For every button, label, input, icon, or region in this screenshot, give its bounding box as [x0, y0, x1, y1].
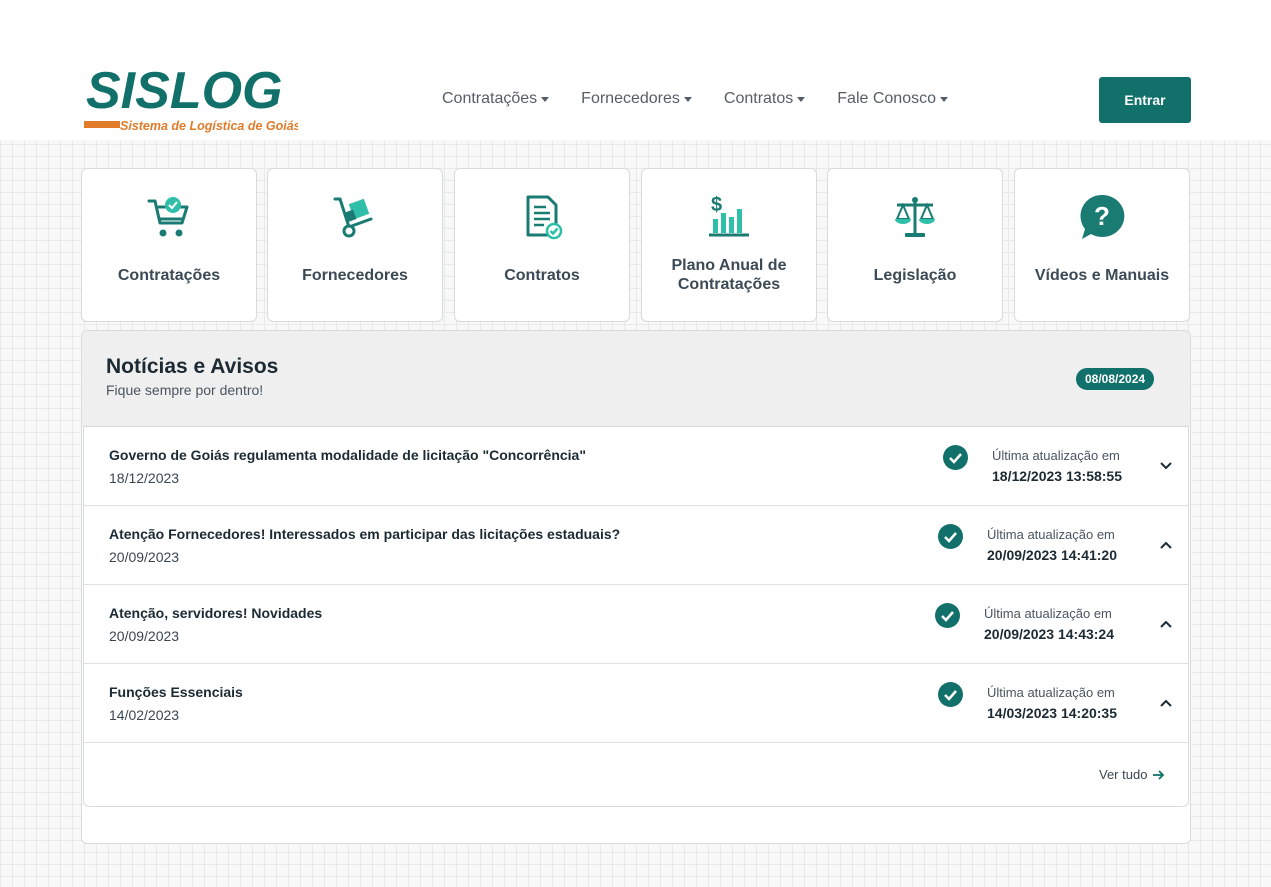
svg-text:$: $ — [711, 194, 722, 216]
news-item-title: Governo de Goiás regulamenta modalidade … — [109, 447, 586, 463]
chevron-up-icon[interactable] — [1159, 538, 1173, 552]
document-check-icon — [526, 195, 563, 240]
chevron-up-icon[interactable] — [1159, 696, 1173, 710]
nav-label: Fale Conosco — [837, 90, 936, 107]
card-label: Vídeos e Manuais — [1034, 266, 1170, 284]
news-subtitle: Fique sempre por dentro! — [106, 382, 264, 398]
news-item-title: Atenção, servidores! Novidades — [109, 605, 323, 621]
login-button[interactable]: Entrar — [1099, 77, 1191, 123]
nav-contratos[interactable]: Contratos — [723, 90, 806, 108]
news-item-date: 20/09/2023 — [109, 628, 180, 644]
chevron-up-icon[interactable] — [1159, 617, 1173, 631]
check-circle-icon — [938, 524, 963, 549]
news-item[interactable]: Governo de Goiás regulamenta modalidade … — [84, 427, 1188, 506]
svg-text:?: ? — [1094, 201, 1110, 231]
see-all-link[interactable]: Ver tudo — [1099, 767, 1165, 782]
nav-fornecedores[interactable]: Fornecedores — [581, 90, 692, 108]
news-item-title: Atenção Fornecedores! Interessados em pa… — [109, 526, 621, 542]
logo-orange-bar — [84, 121, 120, 128]
caret-down-icon — [683, 96, 692, 102]
card-label: Contratações — [117, 266, 221, 284]
card-label: Plano Anual de Contratações — [671, 257, 787, 293]
logo-tagline: Sistema de Logística de Goiás — [120, 119, 298, 133]
dollar-bar-chart-icon: $ — [709, 194, 749, 237]
update-time: 20/09/2023 14:41:20 — [987, 547, 1117, 563]
nav-contratacoes[interactable]: Contratações — [442, 90, 550, 108]
news-item[interactable]: Funções Essenciais 14/02/2023 Última atu… — [84, 664, 1188, 743]
quick-access-cards: Contratações Fornecedores Contratos $ Pl… — [81, 168, 1191, 322]
sislog-logo[interactable]: SISLOG Sistema de Logística de Goiás — [84, 64, 298, 134]
news-item-date: 20/09/2023 — [109, 549, 180, 565]
update-label: Última atualização em — [984, 606, 1112, 621]
news-panel: Notícias e Avisos Fique sempre por dentr… — [81, 330, 1191, 844]
logo-wordmark: SISLOG — [86, 64, 282, 120]
check-circle-icon — [943, 445, 968, 470]
caret-down-icon — [939, 96, 948, 102]
update-label: Última atualização em — [987, 685, 1115, 700]
nav-label: Fornecedores — [581, 90, 680, 107]
news-item-title: Funções Essenciais — [109, 684, 243, 700]
caret-down-icon — [541, 96, 550, 102]
news-item-date: 14/02/2023 — [109, 707, 180, 723]
news-item-date: 18/12/2023 — [109, 470, 180, 486]
nav-label: Contratações — [442, 90, 538, 107]
news-item[interactable]: Atenção, servidores! Novidades 20/09/202… — [84, 585, 1188, 664]
card-legislacao[interactable]: Legislação — [827, 168, 1003, 322]
news-list: Governo de Goiás regulamenta modalidade … — [83, 426, 1189, 807]
chevron-down-icon[interactable] — [1159, 459, 1173, 473]
update-time: 20/09/2023 14:43:24 — [984, 626, 1114, 642]
card-contratacoes[interactable]: Contratações — [81, 168, 257, 322]
shopping-cart-check-icon — [147, 197, 189, 237]
caret-down-icon — [797, 96, 806, 102]
main-nav: Contratações Fornecedores Contratos Fale… — [442, 90, 948, 108]
update-label: Última atualização em — [992, 448, 1120, 463]
nav-fale-conosco[interactable]: Fale Conosco — [837, 90, 948, 108]
check-circle-icon — [938, 682, 963, 707]
news-title: Notícias e Avisos — [106, 355, 279, 378]
card-contratos[interactable]: Contratos — [454, 168, 630, 322]
hand-truck-icon — [333, 197, 373, 238]
update-label: Última atualização em — [987, 527, 1115, 542]
check-circle-icon — [935, 603, 960, 628]
question-bubble-icon: ? — [1080, 194, 1125, 239]
news-item[interactable]: Atenção Fornecedores! Interessados em pa… — [84, 506, 1188, 585]
card-plano-anual[interactable]: $ Plano Anual de Contratações — [641, 168, 817, 322]
scales-icon — [895, 197, 935, 237]
card-fornecedores[interactable]: Fornecedores — [267, 168, 443, 322]
arrow-right-icon — [1153, 769, 1165, 780]
card-label: Legislação — [873, 266, 957, 284]
nav-label: Contratos — [723, 90, 794, 107]
update-time: 18/12/2023 13:58:55 — [992, 468, 1122, 484]
card-videos-manuais[interactable]: ? Vídeos e Manuais — [1014, 168, 1190, 322]
update-time: 14/03/2023 14:20:35 — [987, 705, 1117, 721]
top-header: SISLOG Sistema de Logística de Goiás Con… — [0, 0, 1271, 140]
see-all-label: Ver tudo — [1099, 767, 1148, 782]
date-badge: 08/08/2024 — [1076, 368, 1155, 390]
news-header: Notícias e Avisos Fique sempre por dentr… — [82, 331, 1190, 426]
card-label: Fornecedores — [302, 266, 408, 284]
card-label: Contratos — [504, 266, 580, 284]
